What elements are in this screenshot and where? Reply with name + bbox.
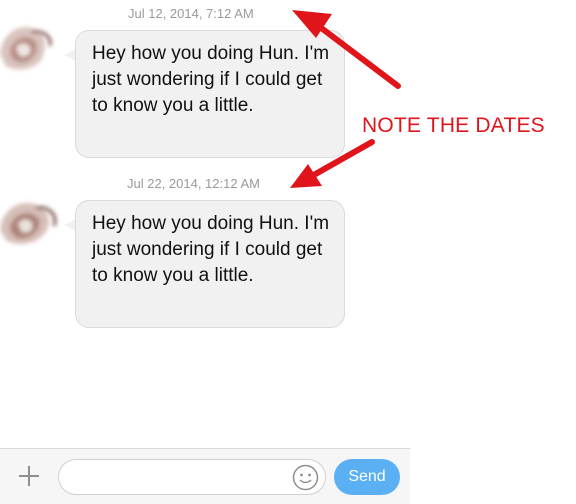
composer-bar: Send bbox=[0, 448, 410, 504]
plus-icon[interactable] bbox=[14, 461, 44, 491]
smiley-icon[interactable] bbox=[292, 464, 319, 491]
send-button[interactable]: Send bbox=[334, 459, 400, 495]
annotation-label: NOTE THE DATES bbox=[362, 114, 545, 137]
annotation-arrows bbox=[290, 10, 401, 188]
message-input[interactable] bbox=[58, 459, 326, 495]
arrow-icon bbox=[309, 139, 375, 179]
arrow-icon bbox=[313, 21, 401, 89]
